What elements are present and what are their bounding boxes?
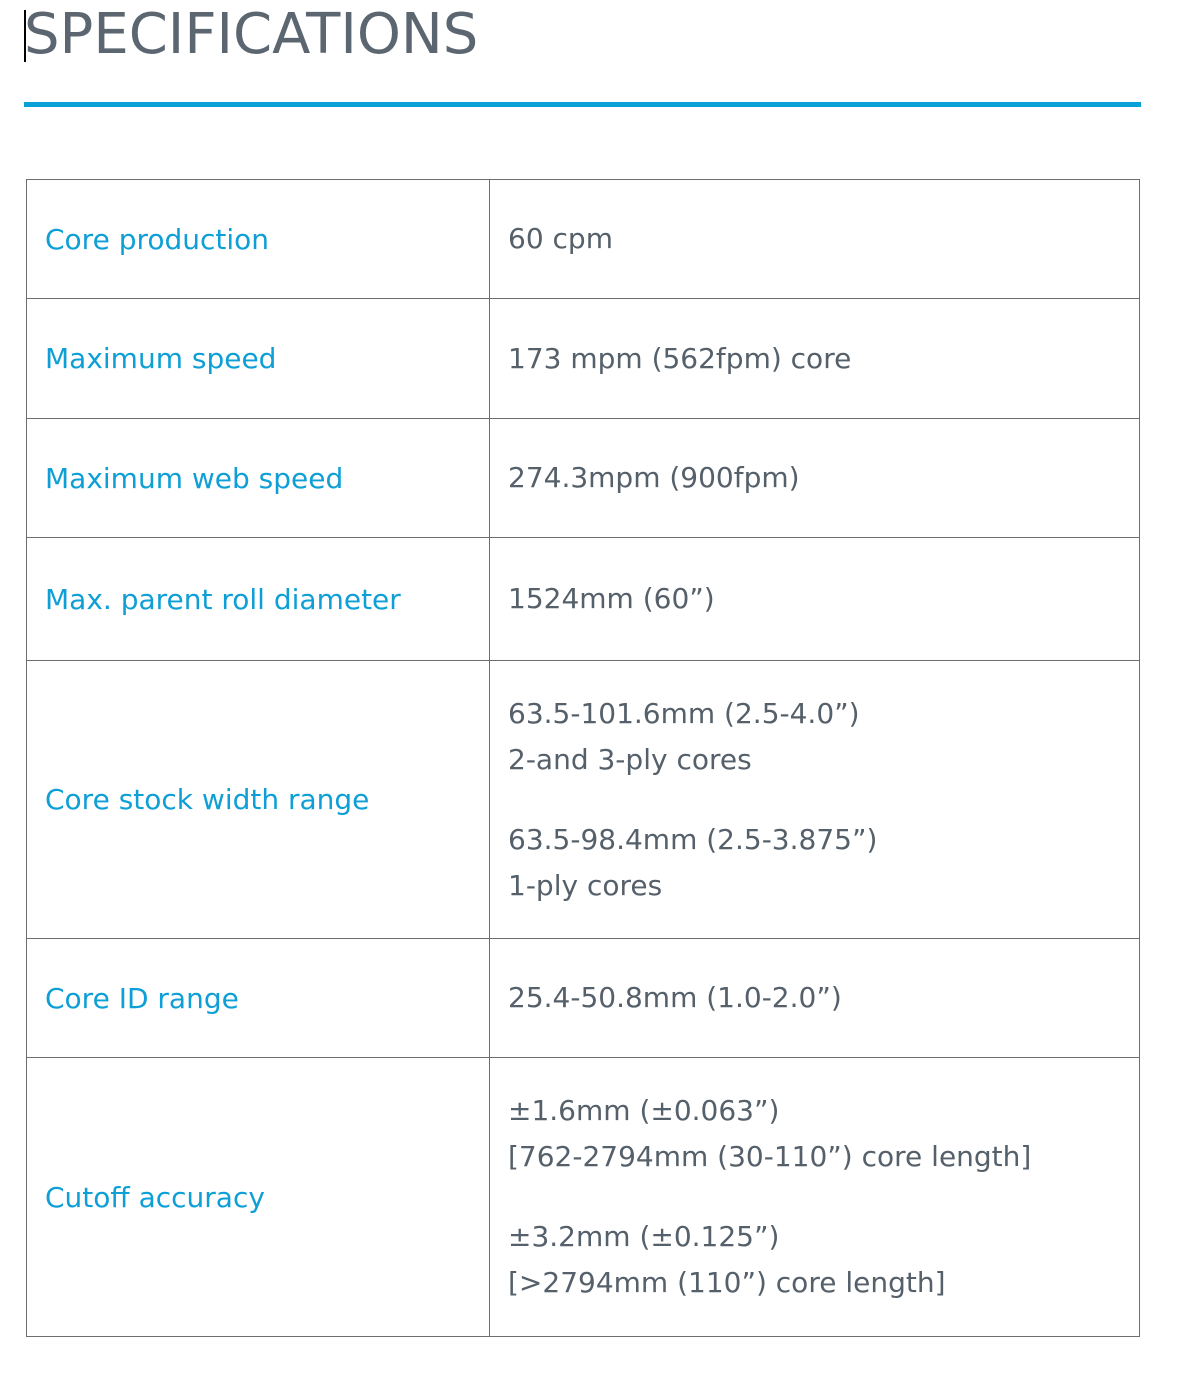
spec-value-line: 25.4-50.8mm (1.0-2.0”) [508, 981, 842, 1014]
text-cursor [24, 10, 26, 62]
spec-value-line: 1-ply cores [508, 868, 663, 902]
spec-value-line: [>2794mm (110”) core length] [508, 1266, 946, 1299]
table-row: Core stock width range 63.5-101.6mm (2.5… [26, 660, 1140, 939]
spec-value-line: ±3.2mm (±0.125”) [508, 1220, 780, 1253]
spec-value: 274.3mpm (900fpm) [489, 418, 1140, 538]
spec-value-line: 173 mpm (562fpm) core [508, 341, 852, 375]
spec-value-line: 63.5-98.4mm (2.5-3.875”) [508, 822, 878, 856]
spec-label: Max. parent roll diameter [26, 537, 490, 661]
table-row: Core production 60 cpm [26, 179, 1140, 299]
spec-value-line: 274.3mpm (900fpm) [508, 461, 800, 494]
title-underline-divider [24, 102, 1141, 107]
table-row: Max. parent roll diameter 1524mm (60”) [26, 537, 1140, 661]
spec-label: Core ID range [26, 938, 490, 1058]
spec-value: 60 cpm [489, 179, 1140, 299]
spec-value-line: 2-and 3-ply cores [508, 742, 752, 776]
table-row: Maximum web speed 274.3mpm (900fpm) [26, 418, 1140, 538]
spec-value-line: [762-2794mm (30-110”) core length] [508, 1140, 1032, 1173]
spec-label: Maximum speed [26, 298, 490, 419]
table-row: Maximum speed 173 mpm (562fpm) core [26, 298, 1140, 419]
spec-value-line: ±1.6mm (±0.063”) [508, 1094, 780, 1127]
spec-value: 25.4-50.8mm (1.0-2.0”) [489, 938, 1140, 1058]
spec-label: Core stock width range [26, 660, 490, 939]
spec-value-line: 1524mm (60”) [508, 582, 715, 615]
table-row: Cutoff accuracy ±1.6mm (±0.063”) [762-27… [26, 1057, 1140, 1337]
page-header: SPECIFICATIONS [24, 2, 478, 68]
spec-label: Core production [26, 179, 490, 299]
page-title: SPECIFICATIONS [24, 2, 479, 67]
table-row: Core ID range 25.4-50.8mm (1.0-2.0”) [26, 938, 1140, 1058]
spec-value: 63.5-101.6mm (2.5-4.0”) 2-and 3-ply core… [489, 660, 1140, 939]
spec-value: ±1.6mm (±0.063”) [762-2794mm (30-110”) c… [489, 1057, 1140, 1337]
spec-value: 173 mpm (562fpm) core [489, 298, 1140, 419]
spec-label: Maximum web speed [26, 418, 490, 538]
spec-label: Cutoff accuracy [26, 1057, 490, 1337]
specifications-table: Core production 60 cpm Maximum speed 173… [26, 179, 1140, 1337]
spec-value: 1524mm (60”) [489, 537, 1140, 661]
spec-value-line: 60 cpm [508, 222, 613, 255]
spec-value-line: 63.5-101.6mm (2.5-4.0”) [508, 696, 860, 730]
